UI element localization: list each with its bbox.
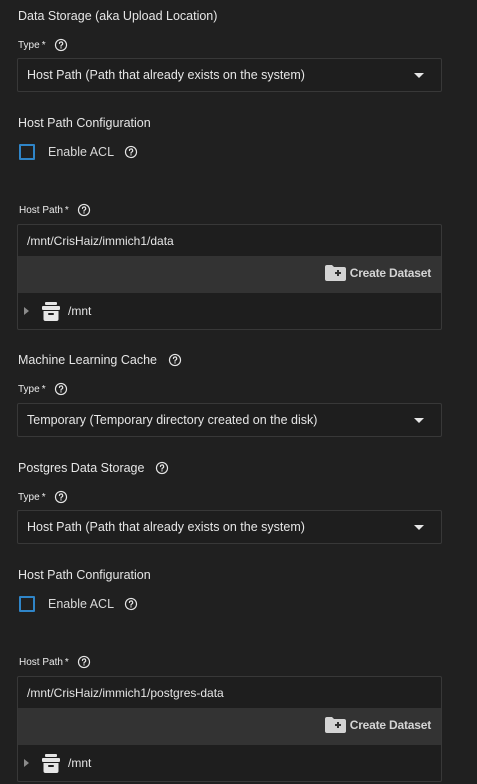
chevron-right-icon[interactable] (24, 307, 29, 315)
enable-acl-checkbox[interactable] (19, 596, 35, 612)
required-mark: * (64, 656, 69, 668)
select-value: Host Path (Path that already exists on t… (27, 68, 305, 82)
ml-cache-type-label: Type * (18, 382, 68, 396)
enable-acl-row: Enable ACL (19, 144, 138, 160)
help-circle-icon[interactable] (168, 353, 182, 367)
data-storage-title-text: Data Storage (aka Upload Location) (18, 9, 218, 23)
data-storage-title: Data Storage (aka Upload Location) (18, 9, 217, 23)
help-circle-icon[interactable] (77, 655, 91, 669)
postgres-title-text: Postgres Data Storage (18, 461, 145, 475)
postgres-type-select[interactable]: Host Path (Path that already exists on t… (17, 510, 442, 544)
ml-cache-type-select[interactable]: Temporary (Temporary directory created o… (17, 403, 442, 437)
caret-down-icon (414, 73, 424, 78)
type-label-text: Type (18, 491, 40, 503)
postgres-host-path-explorer: /mnt/CrisHaiz/immich1/postgres-data Crea… (17, 676, 442, 782)
chevron-right-icon[interactable] (24, 759, 29, 767)
host-path-label-text: Host Path (19, 204, 63, 216)
caret-down-icon (414, 418, 424, 423)
postgres-host-path-config-title: Host Path Configuration (18, 568, 151, 582)
explorer-toolbar: Create Dataset (18, 708, 441, 745)
host-path-input[interactable]: /mnt/CrisHaiz/immich1/data (18, 225, 441, 256)
tree-node-mnt[interactable]: /mnt (18, 745, 441, 781)
select-value: Temporary (Temporary directory created o… (27, 413, 318, 427)
help-circle-icon[interactable] (124, 145, 138, 159)
folder-plus-icon (324, 717, 346, 733)
required-mark: * (64, 204, 69, 216)
create-dataset-label: Create Dataset (349, 718, 431, 732)
ml-cache-title-text: Machine Learning Cache (18, 353, 157, 367)
ml-cache-title: Machine Learning Cache (18, 353, 182, 367)
create-dataset-button[interactable]: Create Dataset (324, 717, 431, 733)
required-mark: * (41, 39, 46, 51)
host-path-input[interactable]: /mnt/CrisHaiz/immich1/postgres-data (18, 677, 441, 708)
tree-node-mnt[interactable]: /mnt (18, 293, 441, 329)
folder-plus-icon (324, 265, 346, 281)
postgres-host-path-label: Host Path * (19, 655, 91, 669)
caret-down-icon (414, 525, 424, 530)
create-dataset-label: Create Dataset (349, 266, 431, 280)
enable-acl-label: Enable ACL (48, 145, 115, 159)
host-path-label: Host Path * (19, 203, 91, 217)
host-path-config-title: Host Path Configuration (18, 116, 151, 130)
help-circle-icon[interactable] (54, 38, 68, 52)
help-circle-icon[interactable] (124, 597, 138, 611)
tree-node-label: /mnt (68, 756, 92, 770)
create-dataset-button[interactable]: Create Dataset (324, 265, 431, 281)
postgres-enable-acl-row: Enable ACL (19, 596, 138, 612)
disk-icon (42, 753, 60, 773)
host-path-label-text: Host Path (19, 656, 63, 668)
data-storage-type-label: Type * (18, 38, 68, 52)
type-label-text: Type (18, 39, 40, 51)
enable-acl-checkbox[interactable] (19, 144, 35, 160)
disk-icon (42, 301, 60, 321)
type-label-text: Type (18, 383, 40, 395)
select-value: Host Path (Path that already exists on t… (27, 520, 305, 534)
required-mark: * (41, 383, 46, 395)
help-circle-icon[interactable] (77, 203, 91, 217)
help-circle-icon[interactable] (54, 490, 68, 504)
host-path-config-title-text: Host Path Configuration (18, 116, 151, 130)
postgres-title: Postgres Data Storage (18, 461, 169, 475)
explorer-toolbar: Create Dataset (18, 256, 441, 293)
host-path-value: /mnt/CrisHaiz/immich1/data (27, 233, 174, 248)
help-circle-icon[interactable] (155, 461, 169, 475)
tree-node-label: /mnt (68, 304, 92, 318)
postgres-type-label: Type * (18, 490, 68, 504)
host-path-config-title-text: Host Path Configuration (18, 568, 151, 582)
host-path-value: /mnt/CrisHaiz/immich1/postgres-data (27, 685, 224, 700)
enable-acl-label: Enable ACL (48, 597, 115, 611)
required-mark: * (41, 491, 46, 503)
host-path-explorer: /mnt/CrisHaiz/immich1/data Create Datase… (17, 224, 442, 330)
help-circle-icon[interactable] (54, 382, 68, 396)
data-storage-type-select[interactable]: Host Path (Path that already exists on t… (17, 58, 442, 92)
